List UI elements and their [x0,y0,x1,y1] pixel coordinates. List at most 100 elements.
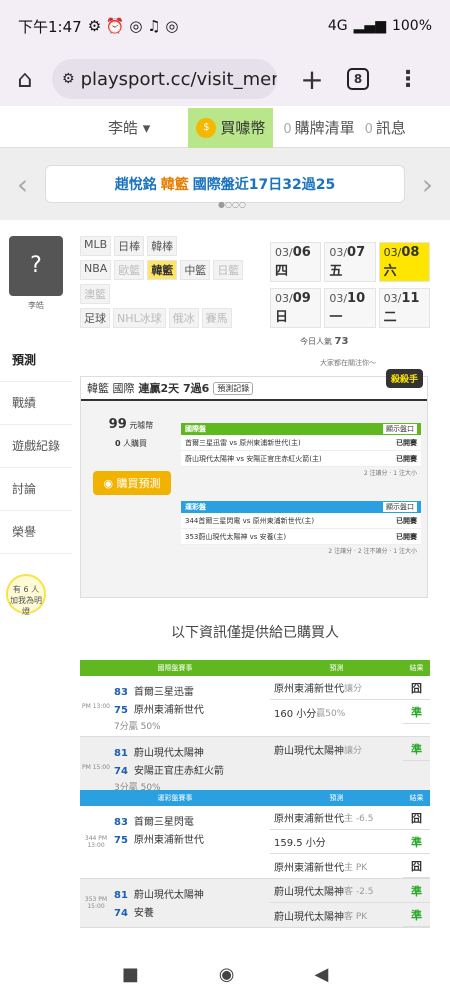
lightbulb-fans[interactable]: 有 6 人 加我為明燈 [6,574,46,616]
visitor-number: 73 [334,336,349,347]
date-tab[interactable]: 03/06 四 [270,242,322,282]
coin-icon: ◉ [103,476,117,490]
sidebar-item-predictions[interactable]: 預測 [0,339,72,382]
sport-tab[interactable]: 俄冰 [168,308,199,328]
purchase-notice: 以下資訊僅提供給已購買人 [171,625,339,641]
prediction-record-button[interactable]: 預測記錄 [213,381,254,395]
prediction-pick: 蔚山現代太陽神 [274,745,344,757]
lottery-results-header: 運彩盤賽事 預測 結果 [80,790,430,806]
sport-tab[interactable]: 日棒 [114,236,145,256]
visitor-subtext: 大家都在關注你～ [320,359,376,367]
sport-tab[interactable]: NHL冰球 [113,308,166,328]
intl-preview-summary: 2 注讓分 · 1 注大小 [181,467,421,478]
sport-tab[interactable]: 日籃 [213,260,244,280]
avatar[interactable]: ? [9,236,63,296]
chevron-left-icon[interactable]: ‹ [0,168,45,201]
team-score: 83 [114,687,128,698]
sport-tab[interactable]: 中籃 [180,260,211,280]
prediction-pick: 原州東浦新世代 [274,684,344,695]
intl-preview-header: 國際盤 顯示盤口 [181,423,421,435]
prediction-type: 贏50% [316,708,346,719]
home-icon[interactable]: ⌂ [10,65,40,93]
site-settings-icon[interactable]: ⚙ [62,71,75,87]
team-score: 74 [114,766,128,777]
notification-icons: ⚙ ⏰ ◎ ♫ ◎ [87,17,179,35]
banner-league: 韓籃 [160,177,189,193]
buyer-unit: 人購買 [123,439,148,448]
date-tab[interactable]: 03/07 五 [324,242,376,282]
sport-tab[interactable]: MLB [80,236,112,256]
sidebar-item-game-history[interactable]: 遊戲紀錄 [0,425,72,468]
sidebar-item-record[interactable]: 戰績 [0,382,72,425]
recents-icon[interactable]: ■ [122,964,139,985]
panel-header: 韓籃 國際 連贏2天 7過6 預測記錄 [81,377,427,401]
result-value: 囧 [403,806,430,830]
show-odds-button[interactable]: 顯示盤口 [383,424,417,434]
buy-coins-label: 買噱幣 [220,119,266,137]
new-tab-icon[interactable]: + [297,63,327,96]
back-icon[interactable]: ◀ [314,964,328,985]
panel-league: 韓籃 國際 [87,382,135,395]
preview-row: 353 蔚山現代太陽神 vs 安養(主) 已開賽 [181,529,421,545]
preview-row: 首爾三星迅雷 vs 原州東浦新世代(主) 已開賽 [181,435,421,451]
sport-tab[interactable]: 澳籃 [80,284,110,304]
date-filter: 03/06 四 03/07 五 03/08 六 03/09 日 03/10 一 03/1… [270,242,430,334]
home-button-icon[interactable]: ◉ [219,964,235,985]
date-tab[interactable]: 03/10 一 [324,288,376,328]
prediction-line: 蔚山現代太陽神 讓分 [270,737,403,761]
prediction-pick: 蔚山現代太陽神 [274,887,344,898]
team-name: 首爾三星閃電 [133,817,194,828]
prediction-line: 原州東浦新世代 主 PK [270,854,403,878]
avatar-name: 李皓 [28,301,44,310]
sport-tab[interactable]: 韓棒 [147,236,178,256]
prediction-pick: 原州東浦新世代 [274,814,344,825]
chevron-right-icon[interactable]: › [405,168,450,201]
prediction-line: 原州東浦新世代 主 -6.5 [270,806,403,830]
messages-link[interactable]: 0 訊息 [365,117,406,138]
cart-link[interactable]: 0 購牌清單 [283,117,354,138]
show-odds-button[interactable]: 顯示盤口 [383,502,417,512]
preview-row: 344 首爾三星閃電 vs 原州東浦新世代(主) 已開賽 [181,513,421,529]
tab-switcher-button[interactable]: 8 [347,68,369,90]
result-cell: 囧準囧 [403,806,430,878]
teams-cell: 83 首爾三星閃電 75 原州東浦新世代 [112,806,270,878]
sidebar-item-honors[interactable]: 榮譽 [0,511,72,554]
visitor-label: 今日人氣 [300,337,332,346]
prediction-pick: 原州東浦新世代 [274,862,344,874]
banner-name: 趙悅銘 [114,177,157,193]
team-line: 75 原州東浦新世代 [114,701,268,716]
game-status: 已開賽 [396,532,417,541]
team-score: 75 [114,705,128,716]
team-name: 首爾三星迅雷 [133,687,194,698]
team-score: 81 [114,748,128,759]
result-cell: 囧準 [403,676,430,736]
url-text: playsport.cc/visit_mer [80,68,277,90]
sport-tab[interactable]: 韓籃 [147,260,178,280]
date-tab[interactable]: 03/08 六 [378,242,430,282]
result-value: 準 [403,903,430,927]
team-line: 74 安陽正官庄赤紅火箭 [114,762,268,777]
team-name: 原州東浦新世代 [133,835,204,846]
col-result: 結果 [409,794,424,802]
url-field[interactable]: ⚙ playsport.cc/visit_mer [52,59,277,99]
team-line: 74 安養 [114,904,268,919]
sport-tab[interactable]: NBA [80,260,112,280]
sport-tab[interactable]: 足球 [80,308,110,328]
status-bar: 下午1:47 ⚙ ⏰ ◎ ♫ ◎ 4G ▂▄▆ 100% [0,0,450,52]
browser-toolbar: ⌂ ⚙ playsport.cc/visit_mer + 8 ⋮ [0,52,450,106]
buy-prediction-button[interactable]: ◉ 購買預測 [93,471,171,495]
date-tab[interactable]: 03/11 二 [378,288,430,328]
team-name: 蔚山現代太陽神 [133,748,204,759]
sport-tab[interactable]: 歐籃 [114,260,145,280]
sport-tab[interactable]: 賽馬 [201,308,232,328]
game-status: 已開賽 [396,454,417,463]
user-menu[interactable]: 李皓 ▾ [108,117,150,138]
date-tab[interactable]: 03/09 日 [270,288,322,328]
buy-coins-button[interactable]: $ 買噱幣 [188,107,274,148]
prediction-type: 客 -2.5 [344,887,374,897]
banner-slide[interactable]: 趙悅銘 韓籃 國際盤近17日32過25 [45,165,405,203]
profile-sidebar: ? 李皓 預測 戰績 遊戲紀錄 討論 榮譽 有 6 人 加我為明燈 [0,228,72,958]
sidebar-item-discussion[interactable]: 討論 [0,468,72,511]
menu-icon[interactable]: ⋮ [397,67,419,92]
intl-results-header: 國際盤賽事 預測 結果 [80,660,430,676]
